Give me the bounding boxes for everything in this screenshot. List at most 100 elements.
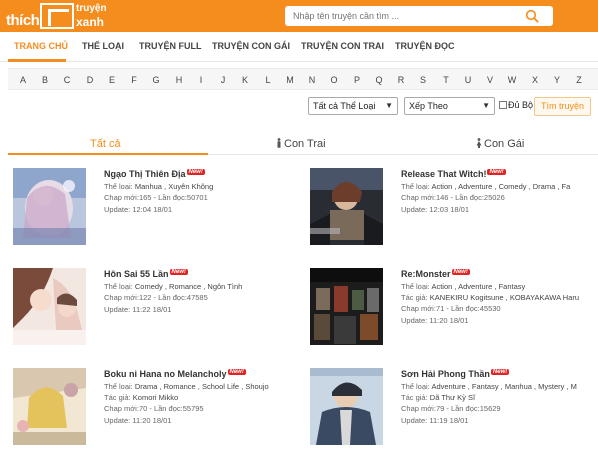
manga-title[interactable]: Boku ni Hana no Melancholy New! [104, 369, 246, 379]
manga-stats: Chap mới:71 - Lần đọc:45530 [401, 304, 501, 313]
search-box [285, 6, 553, 26]
letter-link-e[interactable]: E [106, 75, 118, 85]
logo-text-truyen: truyện [76, 3, 107, 14]
manga-card: Re:Monster New! Thể loại: Action , Advent… [310, 268, 598, 358]
find-button[interactable]: Tìm truyện [534, 97, 591, 116]
manga-stats: Chap mới:165 - Lần đọc:50701 [104, 193, 208, 202]
letter-link-t[interactable]: T [440, 75, 452, 85]
main-nav: TRANG CHỦ THỂ LOẠI TRUYỆN FULL TRUYỆN CO… [0, 32, 598, 62]
letter-link-f[interactable]: F [128, 75, 140, 85]
manga-genres: Thể loại: Adventure , Fantasy , Manhua ,… [401, 382, 577, 391]
sort-select-value: Xếp Theo [409, 101, 448, 111]
letter-link-p[interactable]: P [351, 75, 363, 85]
manga-genres: Thể loại: Comedy , Romance , Ngôn Tình [104, 282, 243, 291]
letter-link-z[interactable]: Z [573, 75, 585, 85]
manga-cover[interactable] [13, 168, 86, 245]
letter-link-x[interactable]: X [529, 75, 541, 85]
letter-link-n[interactable]: N [306, 75, 318, 85]
letter-link-k[interactable]: K [239, 75, 251, 85]
manga-card: Ngạo Thị Thiên Địa New! Thể loại: Manhua … [13, 168, 303, 258]
letter-link-w[interactable]: W [506, 75, 518, 85]
manga-update: Update: 11:22 18/01 [104, 305, 172, 314]
logo-text-xanh: xanh [76, 15, 105, 29]
letter-link-d[interactable]: D [84, 75, 96, 85]
tab-girls[interactable]: Con Gái [476, 138, 524, 150]
manga-stats: Chap mới:79 - Lần đọc:15629 [401, 404, 501, 413]
manga-update: Update: 11:20 18/01 [401, 316, 469, 325]
manga-title[interactable]: Re:Monster New! [401, 269, 470, 279]
manga-stats: Chap mới:70 - Lần đọc:55795 [104, 404, 204, 413]
letter-link-r[interactable]: R [395, 75, 407, 85]
letter-link-y[interactable]: Y [551, 75, 563, 85]
letter-link-s[interactable]: S [417, 75, 429, 85]
genre-select-value: Tất cả Thể Loại [313, 101, 376, 111]
new-badge: New! [227, 369, 246, 375]
tab-all[interactable]: Tất cả [90, 138, 121, 150]
manga-stats: Chap mới:146 - Lần đọc:25026 [401, 193, 505, 202]
full-checkbox-label: Đủ Bộ [508, 100, 534, 110]
tab-boys[interactable]: Con Trai [276, 138, 326, 150]
chevron-down-icon: ▼ [482, 101, 490, 110]
letter-link-a[interactable]: A [17, 75, 29, 85]
genre-select[interactable]: Tất cả Thể Loại ▼ [308, 97, 398, 115]
manga-update: Update: 12:04 18/01 [104, 205, 172, 214]
chevron-down-icon: ▼ [385, 101, 393, 110]
search-input[interactable] [293, 9, 513, 23]
manga-card: Hôn Sai 55 Lần New! Thể loại: Comedy , Ro… [13, 268, 303, 358]
manga-update: Update: 11:19 18/01 [401, 416, 469, 425]
manga-cover[interactable] [310, 368, 383, 445]
sort-select[interactable]: Xếp Theo ▼ [404, 97, 495, 115]
letter-link-i[interactable]: I [195, 75, 207, 85]
manga-author: Tác giả: Dã Thư Kỳ Sĩ [401, 393, 476, 402]
manga-update: Update: 11:20 18/01 [104, 416, 172, 425]
manga-title[interactable]: Hôn Sai 55 Lần New! [104, 269, 188, 279]
logo-text-thich: thích [6, 12, 40, 29]
new-badge: New! [169, 269, 188, 275]
logo-mark [40, 3, 74, 29]
manga-genres: Thể loại: Manhua , Xuyên Không [104, 182, 214, 191]
manga-cover[interactable] [13, 368, 86, 445]
manga-title[interactable]: Ngạo Thị Thiên Địa New! [104, 169, 205, 179]
manga-card: Sơn Hải Phong Thần New! Thể loại: Adventu… [310, 368, 598, 450]
male-icon [277, 138, 281, 148]
full-checkbox[interactable] [499, 101, 507, 109]
manga-genres: Thể loại: Drama , Romance , School Life … [104, 382, 269, 391]
letter-link-h[interactable]: H [173, 75, 185, 85]
category-tabs: Tất cả Con Trai Con Gái [8, 133, 598, 155]
letter-link-g[interactable]: G [150, 75, 162, 85]
manga-cover[interactable] [310, 268, 383, 345]
nav-item-truyen-doc[interactable]: TRUYỆN ĐỌC [395, 41, 455, 51]
nav-item-the-loai[interactable]: THỂ LOẠI [82, 41, 124, 51]
alphabet-bar: A B C D E F G H I J K L M N O P Q R S T … [8, 68, 598, 90]
nav-item-truyen-full[interactable]: TRUYỆN FULL [139, 41, 202, 51]
manga-genres: Thể loại: Action , Adventure , Fantasy [401, 282, 526, 291]
nav-item-truyen-con-trai[interactable]: TRUYỆN CON TRAI [301, 41, 384, 51]
letter-link-j[interactable]: J [217, 75, 229, 85]
tab-boys-label: Con Trai [284, 138, 326, 150]
new-badge: New! [487, 169, 506, 175]
letter-link-v[interactable]: V [484, 75, 496, 85]
manga-author: Tác giả: Komori Mikko [104, 393, 179, 402]
tab-girls-label: Con Gái [484, 138, 525, 150]
manga-stats: Chap mới:122 - Lần đọc:47585 [104, 293, 208, 302]
manga-author: Tác giả: KANEKIRU Kogitsune , KOBAYAKAWA… [401, 293, 580, 302]
letter-link-o[interactable]: O [328, 75, 340, 85]
nav-item-truyen-con-gai[interactable]: TRUYỆN CON GÁI [212, 41, 290, 51]
nav-item-trang-chu[interactable]: TRANG CHỦ [14, 41, 68, 51]
manga-card: Boku ni Hana no Melancholy New! Thể loại:… [13, 368, 303, 450]
header-bar: thích truyện xanh [0, 0, 598, 32]
letter-link-u[interactable]: U [462, 75, 474, 85]
manga-cover[interactable] [310, 168, 383, 245]
manga-title[interactable]: Release That Witch! New! [401, 169, 506, 179]
manga-cover[interactable] [13, 268, 86, 345]
female-icon [476, 138, 482, 148]
site-logo[interactable]: thích truyện xanh [6, 3, 107, 31]
letter-link-q[interactable]: Q [373, 75, 385, 85]
tab-active-indicator [8, 153, 208, 155]
letter-link-b[interactable]: B [39, 75, 51, 85]
search-icon[interactable] [525, 9, 539, 23]
letter-link-l[interactable]: L [262, 75, 274, 85]
manga-title[interactable]: Sơn Hải Phong Thần New! [401, 369, 510, 379]
letter-link-m[interactable]: M [284, 75, 296, 85]
letter-link-c[interactable]: C [61, 75, 73, 85]
